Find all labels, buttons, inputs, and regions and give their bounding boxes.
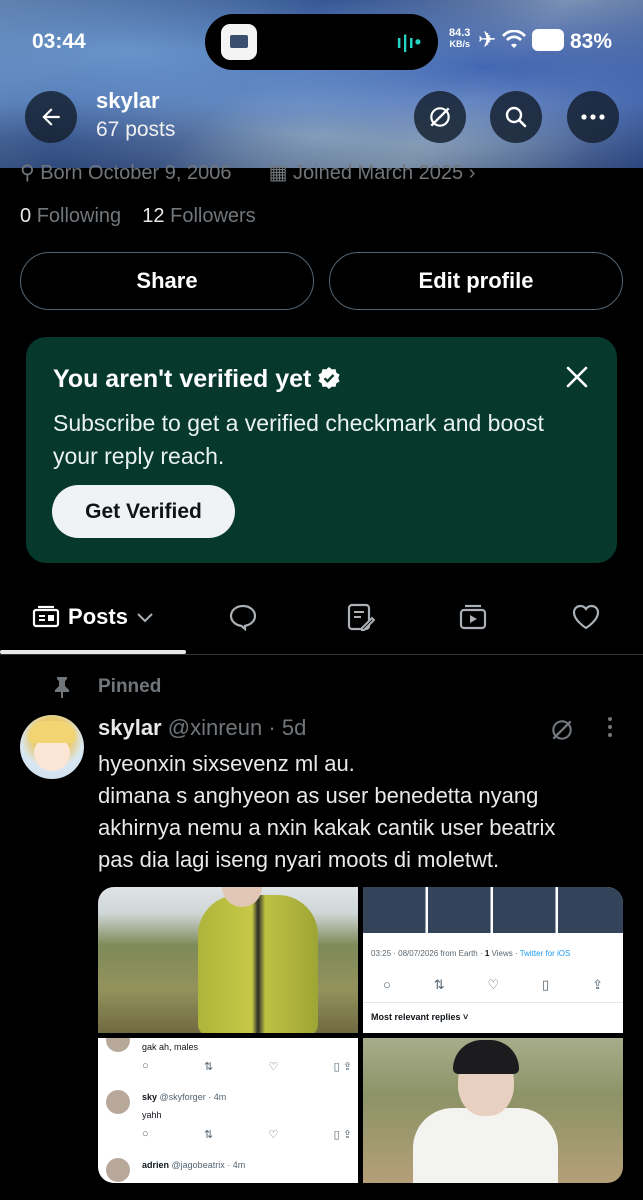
grok-icon <box>430 107 450 127</box>
screenshot-relevant-replies: Most relevant replies ˅ <box>371 1012 469 1022</box>
post-author-avatar[interactable] <box>20 715 84 779</box>
vertical-dots-icon <box>608 717 612 737</box>
post-text: hyeonxin sixsevenz ml au. dimana s anghy… <box>98 748 628 876</box>
post-header: skylar @xinreun · 5d <box>98 715 306 741</box>
retweet-icon: ⇅ <box>433 977 445 992</box>
post-more-button[interactable] <box>600 716 620 738</box>
dynamic-island[interactable]: ı|ı• <box>205 14 438 70</box>
reply-action-icons: ○ ⇅ ♡ ▯ ⇪ <box>142 1060 352 1073</box>
pin-icon <box>55 677 69 698</box>
more-options-button[interactable] <box>567 91 619 143</box>
post-author-handle[interactable]: @xinreun <box>168 715 263 740</box>
media-screenshot-post[interactable]: 03:25 · 08/07/2026 from Earth · 1 Views … <box>363 887 623 1033</box>
posts-tab-icon <box>32 605 60 628</box>
verify-card-title: You aren't verified yet <box>53 365 341 394</box>
wifi-icon <box>502 30 527 48</box>
reply-text: yahh <box>142 1110 162 1120</box>
post-author-name[interactable]: skylar <box>98 715 162 740</box>
tab-articles[interactable] <box>330 585 390 649</box>
network-speed: 84.3 KB/s <box>449 27 471 50</box>
status-time: 03:44 <box>32 30 86 53</box>
close-verify-card-button[interactable] <box>565 365 589 394</box>
divider <box>363 1002 623 1003</box>
pinned-indicator: Pinned <box>52 675 161 699</box>
followers-link[interactable]: 12 Followers <box>142 205 255 227</box>
photo-shirt <box>413 1108 558 1183</box>
media-screenshot-replies[interactable]: gak ah, males ○ ⇅ ♡ ▯ ⇪ sky @skyforger · 4m… <box>98 1038 358 1183</box>
media-icon <box>459 604 487 630</box>
search-button[interactable] <box>490 91 542 143</box>
verified-badge-icon <box>318 367 340 389</box>
media-photo-field[interactable] <box>98 887 358 1033</box>
media-photo-portrait[interactable] <box>363 1038 623 1183</box>
more-dots-icon <box>581 114 605 120</box>
post-text-line: pas dia lagi iseng nyari moots di moletw… <box>98 847 500 872</box>
reply-avatar <box>106 1090 130 1114</box>
reply-action-icons: ○ ⇅ ♡ ▯ ⇪ <box>142 1128 352 1141</box>
active-tab-indicator <box>0 650 186 654</box>
post-grok-button[interactable] <box>549 717 575 748</box>
pinned-label: Pinned <box>98 676 162 697</box>
verify-card-body: Subscribe to get a verified checkmark an… <box>53 410 544 469</box>
live-activity-app-icon <box>221 24 257 60</box>
post-count: 67 posts <box>96 118 176 141</box>
reply-avatar <box>106 1158 130 1182</box>
reply-bubble-icon <box>229 604 257 631</box>
following-link[interactable]: 0 Following <box>20 205 121 227</box>
like-icon: ♡ <box>487 977 500 992</box>
airplane-icon: ✈ <box>478 27 497 52</box>
photo-hair <box>453 1040 519 1074</box>
profile-nav-bar: skylar 67 posts <box>0 84 643 168</box>
back-button[interactable] <box>25 91 77 143</box>
grok-button[interactable] <box>414 91 466 143</box>
edit-profile-button[interactable]: Edit profile <box>329 252 623 310</box>
get-verified-button[interactable]: Get Verified <box>52 485 235 538</box>
tab-likes[interactable] <box>556 585 616 649</box>
post-text-line: hyeonxin sixsevenz ml au. <box>98 751 355 776</box>
tab-replies[interactable] <box>213 585 273 649</box>
screenshot-meta: 03:25 · 08/07/2026 from Earth · 1 Views … <box>371 949 571 958</box>
status-bar: 03:44 ı|ı• 84.3 KB/s ✈ 83% <box>0 0 643 84</box>
profile-tabs: Posts <box>0 585 643 655</box>
post-text-line: dimana s anghyeon as user benedetta nyan… <box>98 783 539 808</box>
tab-posts[interactable]: Posts <box>0 585 186 649</box>
heart-icon <box>572 604 600 630</box>
post-age: 5d <box>281 715 307 740</box>
share-icon: ⇪ <box>592 977 603 992</box>
status-icons: ✈ <box>478 27 565 53</box>
profile-name-header: skylar <box>96 88 160 113</box>
chevron-down-icon <box>137 613 153 623</box>
follow-stats: 0 Following 12 Followers <box>20 205 256 228</box>
screenshot-thumbnails <box>363 887 623 933</box>
arrow-left-icon <box>42 108 60 126</box>
tab-media[interactable] <box>443 585 503 649</box>
post-media-grid: 03:25 · 08/07/2026 from Earth · 1 Views … <box>98 887 623 1183</box>
share-button[interactable]: Share <box>20 252 314 310</box>
reply-header: sky @skyforger · 4m <box>142 1092 227 1102</box>
battery-icon <box>532 29 565 51</box>
grok-icon <box>552 720 572 740</box>
article-edit-icon <box>347 603 375 631</box>
search-icon <box>505 106 527 128</box>
reply-avatar <box>106 1038 130 1052</box>
reply-header: adrien @jagobeatrix · 4m <box>142 1160 246 1170</box>
bookmark-icon: ▯ <box>542 977 550 992</box>
tab-posts-label: Posts <box>68 604 128 629</box>
audio-wave-icon: ı|ı• <box>396 32 422 52</box>
verification-prompt-card: You aren't verified yet Subscribe to get… <box>26 337 617 563</box>
close-icon <box>566 366 588 388</box>
battery-percent: 83% <box>570 30 613 53</box>
reply-icon: ○ <box>383 977 391 992</box>
post-text-line: akhirnya nemu a nxin kakak cantik user b… <box>98 815 556 840</box>
reply-text: gak ah, males <box>142 1042 199 1052</box>
dot-separator: · <box>268 715 282 740</box>
screenshot-action-icons: ○ ⇅ ♡ ▯ ⇪ <box>383 977 603 993</box>
photo-person <box>198 895 318 1033</box>
